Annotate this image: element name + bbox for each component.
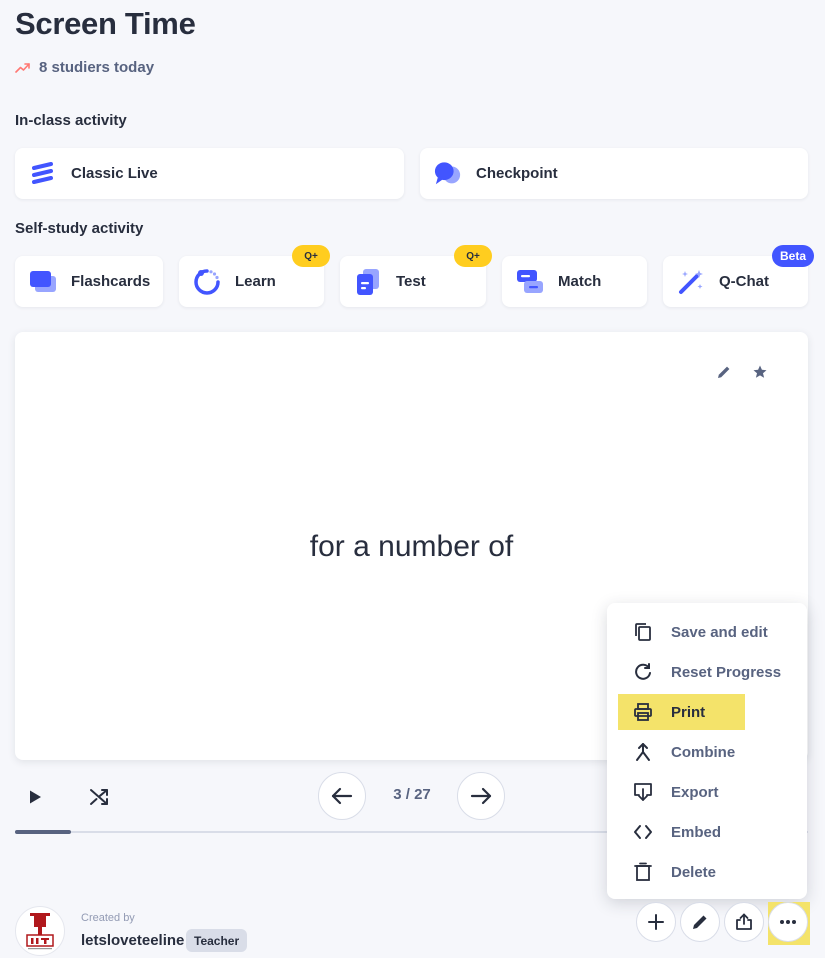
printer-icon (632, 701, 654, 723)
flashcard-term: for a number of (309, 530, 514, 563)
menu-item-save-and-edit[interactable]: Save and edit (607, 612, 807, 652)
q-chat-label: Q-Chat (719, 273, 769, 290)
flashcards-label: Flashcards (71, 273, 151, 290)
plus-icon (647, 913, 665, 931)
export-icon (632, 781, 654, 803)
progress-fill (15, 830, 71, 834)
next-button[interactable] (457, 772, 505, 820)
add-to-folder-button[interactable] (636, 902, 676, 942)
menu-item-embed[interactable]: Embed (607, 812, 807, 852)
learn-label: Learn (235, 273, 276, 290)
checkpoint-label: Checkpoint (476, 165, 558, 182)
code-icon (632, 821, 654, 843)
shuffle-icon (89, 788, 109, 806)
flashcards-icon (29, 268, 57, 296)
menu-label: Delete (671, 863, 717, 881)
arrow-left-icon (331, 787, 353, 805)
q-plus-badge: Q+ (292, 245, 330, 267)
page-title: Screen Time (15, 6, 196, 41)
menu-label: Save and edit (671, 623, 768, 641)
menu-label: Combine (671, 743, 736, 761)
trending-up-icon (15, 62, 30, 74)
merge-icon (632, 741, 654, 763)
card-counter: 3 / 27 (393, 786, 431, 803)
menu-item-reset-progress[interactable]: Reset Progress (607, 652, 807, 692)
share-button[interactable] (724, 902, 764, 942)
pencil-icon[interactable] (714, 362, 734, 382)
creator-logo (26, 913, 54, 950)
match-card[interactable]: Match (502, 256, 647, 307)
studiers-text: 8 studiers today (39, 59, 155, 76)
creator-username[interactable]: letsloveteeline (81, 932, 184, 949)
trash-icon (632, 861, 654, 883)
learn-icon (193, 268, 221, 296)
classic-live-card[interactable]: Classic Live (15, 148, 404, 199)
pencil-icon (691, 913, 709, 931)
q-chat-card[interactable]: Q-Chat Beta (663, 245, 814, 307)
classic-live-label: Classic Live (71, 165, 158, 182)
beta-badge: Beta (772, 245, 814, 267)
self-study-heading: Self-study activity (15, 220, 144, 237)
menu-items: Save and edit Reset Progress Print Combi… (607, 603, 807, 899)
edit-button[interactable] (680, 902, 720, 942)
previous-button[interactable] (318, 772, 366, 820)
share-icon (735, 913, 753, 931)
avatar[interactable] (15, 906, 65, 956)
menu-label: Embed (671, 823, 722, 841)
created-by-label: Created by (81, 912, 135, 924)
arrow-right-icon (470, 787, 492, 805)
shuffle-button[interactable] (86, 784, 112, 810)
learn-card[interactable]: Learn Q+ (179, 245, 330, 307)
studiers-count: 8 studiers today (15, 59, 154, 76)
menu-label: Export (671, 783, 719, 801)
menu-label: Reset Progress (671, 663, 782, 681)
q-chat-icon (677, 268, 705, 296)
menu-item-export[interactable]: Export (607, 772, 807, 812)
play-icon (28, 789, 42, 805)
star-icon[interactable] (750, 362, 770, 382)
play-button[interactable] (22, 784, 48, 810)
menu-item-delete[interactable]: Delete (607, 852, 807, 892)
more-options-button[interactable] (768, 902, 808, 942)
classic-live-icon (29, 160, 57, 188)
checkpoint-icon (434, 160, 462, 188)
teacher-badge: Teacher (186, 929, 248, 952)
reset-icon (632, 661, 654, 683)
flashcards-card[interactable]: Flashcards (15, 256, 163, 307)
checkpoint-card[interactable]: Checkpoint (420, 148, 808, 199)
match-icon (516, 268, 544, 296)
menu-item-print[interactable]: Print (607, 692, 807, 732)
more-horizontal-icon (779, 919, 797, 925)
test-icon (354, 268, 382, 296)
test-label: Test (396, 273, 426, 290)
q-plus-badge: Q+ (454, 245, 492, 267)
menu-label: Print (671, 703, 706, 721)
in-class-heading: In-class activity (15, 112, 127, 129)
menu-item-combine[interactable]: Combine (607, 732, 807, 772)
copy-icon (632, 621, 654, 643)
match-label: Match (558, 273, 602, 290)
test-card[interactable]: Test Q+ (340, 245, 492, 307)
